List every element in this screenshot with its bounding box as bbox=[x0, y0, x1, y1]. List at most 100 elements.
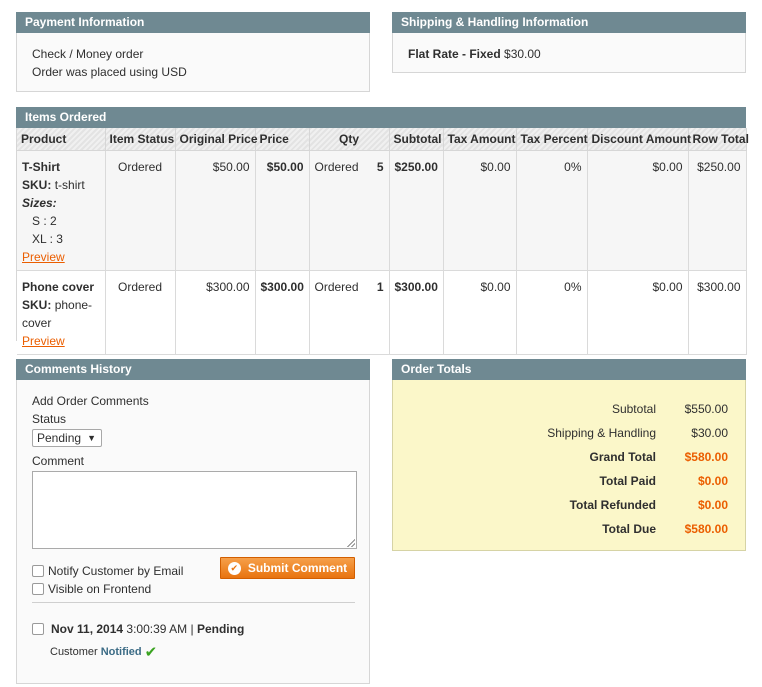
items-ordered-title: Items Ordered bbox=[16, 107, 746, 128]
option-value: XL : 3 bbox=[32, 231, 63, 246]
visible-frontend-label: Visible on Frontend bbox=[48, 582, 152, 596]
qty-value: 1 bbox=[376, 279, 384, 294]
history-entry-checkbox[interactable] bbox=[32, 623, 44, 635]
shipping-info-panel: Shipping & Handling Information Flat Rat… bbox=[392, 12, 746, 73]
notify-customer-label: Notify Customer by Email bbox=[48, 564, 184, 578]
tax-percent: 0% bbox=[516, 270, 588, 355]
checkmark-icon: ✔ bbox=[144, 644, 158, 661]
notified-label: Notified bbox=[100, 646, 142, 658]
totals-row: Grand Total $580.00 bbox=[547, 445, 728, 469]
subtotal: $300.00 bbox=[389, 270, 444, 355]
chevron-down-icon: ▼ bbox=[87, 433, 96, 443]
col-tax-amount: Tax Amount bbox=[443, 128, 517, 151]
product-sku: t-shirt bbox=[54, 177, 85, 192]
order-totals-title: Order Totals bbox=[392, 359, 746, 380]
items-table: Product Item Status Original Price Price… bbox=[17, 128, 749, 355]
shipping-price: $30.00 bbox=[504, 47, 541, 61]
submit-comment-label: Submit Comment bbox=[247, 561, 348, 575]
totals-value: $580.00 bbox=[684, 450, 728, 464]
shipping-info-title: Shipping & Handling Information bbox=[392, 12, 746, 33]
product-cell: Phone cover SKU: phone-cover Preview bbox=[17, 270, 106, 355]
qty-cell: Ordered 5 bbox=[309, 150, 390, 271]
item-status: Ordered bbox=[105, 270, 176, 355]
subtotal: $250.00 bbox=[389, 150, 444, 271]
comment-textarea[interactable] bbox=[32, 471, 357, 549]
col-row-total: Row Total bbox=[688, 128, 749, 151]
col-item-status: Item Status bbox=[105, 128, 176, 151]
history-separator: | bbox=[190, 622, 194, 636]
col-tax-percent: Tax Percent bbox=[516, 128, 588, 151]
totals-label: Total Paid bbox=[599, 474, 656, 488]
totals-value: $0.00 bbox=[697, 498, 728, 512]
discount-amount: $0.00 bbox=[587, 150, 689, 271]
history-time: 3:00:39 AM bbox=[126, 622, 188, 636]
item-status: Ordered bbox=[105, 150, 176, 271]
options-label: Sizes: bbox=[22, 195, 57, 210]
visible-frontend-checkbox[interactable] bbox=[32, 583, 44, 595]
totals-label: Subtotal bbox=[611, 402, 656, 416]
status-select-value: Pending bbox=[37, 431, 82, 445]
col-product: Product bbox=[17, 128, 106, 151]
totals-label: Shipping & Handling bbox=[547, 426, 656, 440]
option-value: S : 2 bbox=[32, 213, 57, 228]
order-totals-panel: Order Totals Subtotal $550.00 Shipping &… bbox=[392, 359, 746, 551]
price: $50.00 bbox=[255, 150, 310, 271]
preview-link[interactable]: Preview bbox=[22, 334, 65, 348]
col-original-price: Original Price bbox=[175, 128, 258, 151]
totals-row: Total Refunded $0.00 bbox=[547, 493, 728, 517]
history-date: Nov 11, 2014 bbox=[51, 622, 124, 636]
status-select[interactable]: Pending ▼ bbox=[32, 429, 102, 447]
totals-label: Grand Total bbox=[589, 450, 656, 464]
divider bbox=[32, 602, 355, 603]
col-subtotal: Subtotal bbox=[389, 128, 444, 151]
totals-value: $580.00 bbox=[684, 522, 728, 536]
sku-label: SKU: bbox=[22, 177, 52, 192]
preview-link[interactable]: Preview bbox=[22, 250, 65, 264]
submit-comment-button[interactable]: ✔ Submit Comment bbox=[220, 557, 355, 579]
comments-history-title: Comments History bbox=[16, 359, 370, 380]
tax-amount: $0.00 bbox=[443, 150, 517, 271]
notify-customer-checkbox[interactable] bbox=[32, 565, 44, 577]
items-ordered-panel: Items Ordered Product Item Status Origin… bbox=[16, 107, 749, 355]
original-price: $50.00 bbox=[175, 150, 256, 271]
col-price: Price bbox=[255, 128, 310, 151]
table-row: Phone cover SKU: phone-cover Preview Ord… bbox=[17, 270, 747, 355]
price: $300.00 bbox=[255, 270, 310, 355]
payment-method: Check / Money order bbox=[32, 47, 144, 61]
totals-value: $550.00 bbox=[684, 402, 728, 416]
status-label: Status bbox=[32, 412, 67, 426]
payment-info-title: Payment Information bbox=[16, 12, 370, 33]
totals-row: Shipping & Handling $30.00 bbox=[547, 421, 728, 445]
visible-frontend-row: Visible on Frontend bbox=[32, 580, 354, 598]
qty-cell: Ordered 1 bbox=[309, 270, 390, 355]
sku-label: SKU: bbox=[22, 297, 52, 312]
row-total: $250.00 bbox=[688, 150, 747, 271]
comment-label: Comment bbox=[32, 454, 85, 468]
product-cell: T-Shirt SKU: t-shirt Sizes: S : 2 XL : 3… bbox=[17, 150, 106, 271]
tax-percent: 0% bbox=[516, 150, 588, 271]
product-name: Phone cover bbox=[22, 279, 95, 294]
qty-value: 5 bbox=[376, 159, 384, 174]
payment-info-panel: Payment Information Check / Money order … bbox=[16, 12, 370, 92]
totals-label: Total Refunded bbox=[569, 498, 656, 512]
customer-label: Customer bbox=[50, 646, 98, 658]
check-circle-icon: ✔ bbox=[227, 561, 241, 575]
add-comments-label: Add Order Comments bbox=[32, 394, 149, 408]
tax-amount: $0.00 bbox=[443, 270, 517, 355]
row-total: $300.00 bbox=[688, 270, 747, 355]
totals-row: Total Due $580.00 bbox=[547, 517, 728, 541]
original-price: $300.00 bbox=[175, 270, 256, 355]
totals-row: Total Paid $0.00 bbox=[547, 469, 728, 493]
totals-label: Total Due bbox=[602, 522, 656, 536]
discount-amount: $0.00 bbox=[587, 270, 689, 355]
product-name: T-Shirt bbox=[22, 159, 60, 174]
order-totals-table: Subtotal $550.00 Shipping & Handling $30… bbox=[547, 397, 728, 541]
currency-note: Order was placed using USD bbox=[32, 65, 187, 79]
table-row: T-Shirt SKU: t-shirt Sizes: S : 2 XL : 3… bbox=[17, 150, 747, 271]
totals-value: $30.00 bbox=[691, 426, 728, 440]
history-status: Pending bbox=[196, 622, 245, 636]
resize-grip-icon[interactable] bbox=[347, 539, 355, 547]
col-discount-amount: Discount Amount bbox=[587, 128, 691, 151]
shipping-method: Flat Rate - Fixed bbox=[408, 47, 501, 61]
totals-row: Subtotal $550.00 bbox=[547, 397, 728, 421]
